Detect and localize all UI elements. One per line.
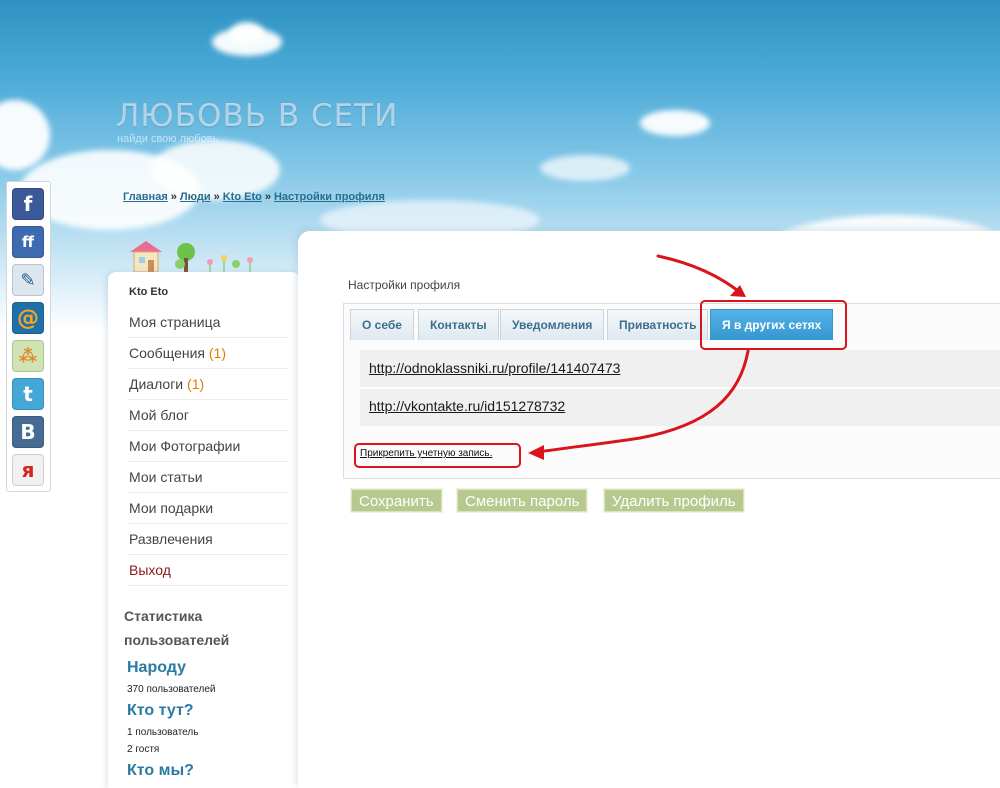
site-slogan: найди свою любовь... xyxy=(117,133,228,145)
attach-account-link[interactable]: Прикрепить учетную запись. xyxy=(360,448,492,459)
sidebar-item-label: Моя страница xyxy=(129,314,221,330)
stats-about-heading: Кто мы? xyxy=(127,762,194,779)
cloud-decoration xyxy=(540,155,630,181)
linked-accounts-list: http://odnoklassniki.ru/profile/14140747… xyxy=(360,350,1000,426)
tab-notifications[interactable]: Уведомления xyxy=(500,309,605,340)
tab-about[interactable]: О себе xyxy=(350,309,414,340)
main-panel: Настройки профиля О себе Контакты Уведом… xyxy=(298,231,1000,788)
sidebar-user-name[interactable]: Kto Eto xyxy=(129,286,168,298)
sidebar-item-logout[interactable]: Выход xyxy=(129,555,287,586)
stats-title: Статистика пользователей xyxy=(124,608,230,648)
friendfeed-icon[interactable]: ff xyxy=(12,226,44,258)
delete-profile-button[interactable]: Удалить профиль xyxy=(604,489,744,512)
sidebar-item-label: Развлечения xyxy=(129,531,213,547)
cloud-decoration xyxy=(640,110,710,136)
sidebar-item-label: Выход xyxy=(129,562,171,578)
sidebar-item-label: Диалоги xyxy=(129,376,184,392)
sidebar-item-label: Мои Фотографии xyxy=(129,438,241,454)
facebook-icon[interactable]: f xyxy=(12,188,44,220)
messages-count-badge: (1) xyxy=(208,345,226,361)
sidebar-item-dialogs[interactable]: Диалоги (1) xyxy=(129,369,287,400)
linked-account-vkontakte[interactable]: http://vkontakte.ru/id151278732 xyxy=(369,398,565,414)
sidebar-item-my-page[interactable]: Моя страница xyxy=(129,307,287,338)
breadcrumb-user[interactable]: Kto Eto xyxy=(223,191,262,203)
breadcrumb-people[interactable]: Люди xyxy=(180,191,211,203)
sidebar-item-entertainment[interactable]: Развлечения xyxy=(129,524,287,555)
sidebar-item-blog[interactable]: Мой блог xyxy=(129,400,287,431)
twitter-icon[interactable]: t xyxy=(12,378,44,410)
sidebar-item-label: Сообщения xyxy=(129,345,205,361)
stats-online-heading: Кто тут? xyxy=(127,702,194,719)
tab-other-networks[interactable]: Я в других сетях xyxy=(710,309,834,340)
sidebar-menu: Моя страница Сообщения (1) Диалоги (1) М… xyxy=(129,307,287,586)
tab-contacts[interactable]: Контакты xyxy=(418,309,499,340)
sidebar-item-label: Мои статьи xyxy=(129,469,203,485)
sidebar-item-photos[interactable]: Мои Фотографии xyxy=(129,431,287,462)
settings-tabs-box: О себе Контакты Уведомления Приватность … xyxy=(343,303,1000,479)
breadcrumb: Главная» Люди» Kto Eto» Настройки профиля xyxy=(123,191,385,203)
cloud-decoration xyxy=(230,22,264,44)
vkontakte-icon[interactable]: B xyxy=(12,416,44,448)
cloud-decoration xyxy=(0,100,50,170)
house-decoration-icon xyxy=(130,241,253,274)
sidebar-item-articles[interactable]: Мои статьи xyxy=(129,462,287,493)
sidebar-item-messages[interactable]: Сообщения (1) xyxy=(129,338,287,369)
yaru-icon[interactable]: я xyxy=(12,454,44,486)
stats-online-users: 1 пользователь xyxy=(127,727,199,738)
sidebar-item-label: Мои подарки xyxy=(129,500,214,516)
breadcrumb-separator: » xyxy=(264,191,271,203)
livejournal-icon[interactable]: ✎ xyxy=(12,264,44,296)
breadcrumb-separator: » xyxy=(213,191,220,203)
sidebar-item-label: Мой блог xyxy=(129,407,189,423)
site-title[interactable]: ЛЮБОВЬ В СЕТИ xyxy=(116,98,398,134)
save-button[interactable]: Сохранить xyxy=(351,489,442,512)
change-password-button[interactable]: Сменить пароль xyxy=(457,489,588,512)
social-share-bar: f ff ✎ @ ⁂ t B я xyxy=(6,181,51,492)
row-divider xyxy=(360,387,1000,389)
breadcrumb-home[interactable]: Главная xyxy=(123,191,168,203)
sidebar-item-gifts[interactable]: Мои подарки xyxy=(129,493,287,524)
moikrug-icon[interactable]: ⁂ xyxy=(12,340,44,372)
stats-total-heading: Народу xyxy=(127,659,187,676)
linked-account-odnoklassniki[interactable]: http://odnoklassniki.ru/profile/14140747… xyxy=(369,360,620,376)
dialogs-count-badge: (1) xyxy=(187,376,205,392)
breadcrumb-profile-settings[interactable]: Настройки профиля xyxy=(274,191,385,203)
mailru-icon[interactable]: @ xyxy=(12,302,44,334)
stats-total-text: 370 пользователей xyxy=(127,684,216,695)
tab-privacy[interactable]: Приватность xyxy=(607,309,709,340)
page-title: Настройки профиля xyxy=(348,278,461,292)
breadcrumb-separator: » xyxy=(170,191,177,203)
stats-online-guests: 2 гостя xyxy=(127,744,160,755)
sidebar-panel: Kto Eto Моя страница Сообщения (1) Диало… xyxy=(108,272,300,788)
